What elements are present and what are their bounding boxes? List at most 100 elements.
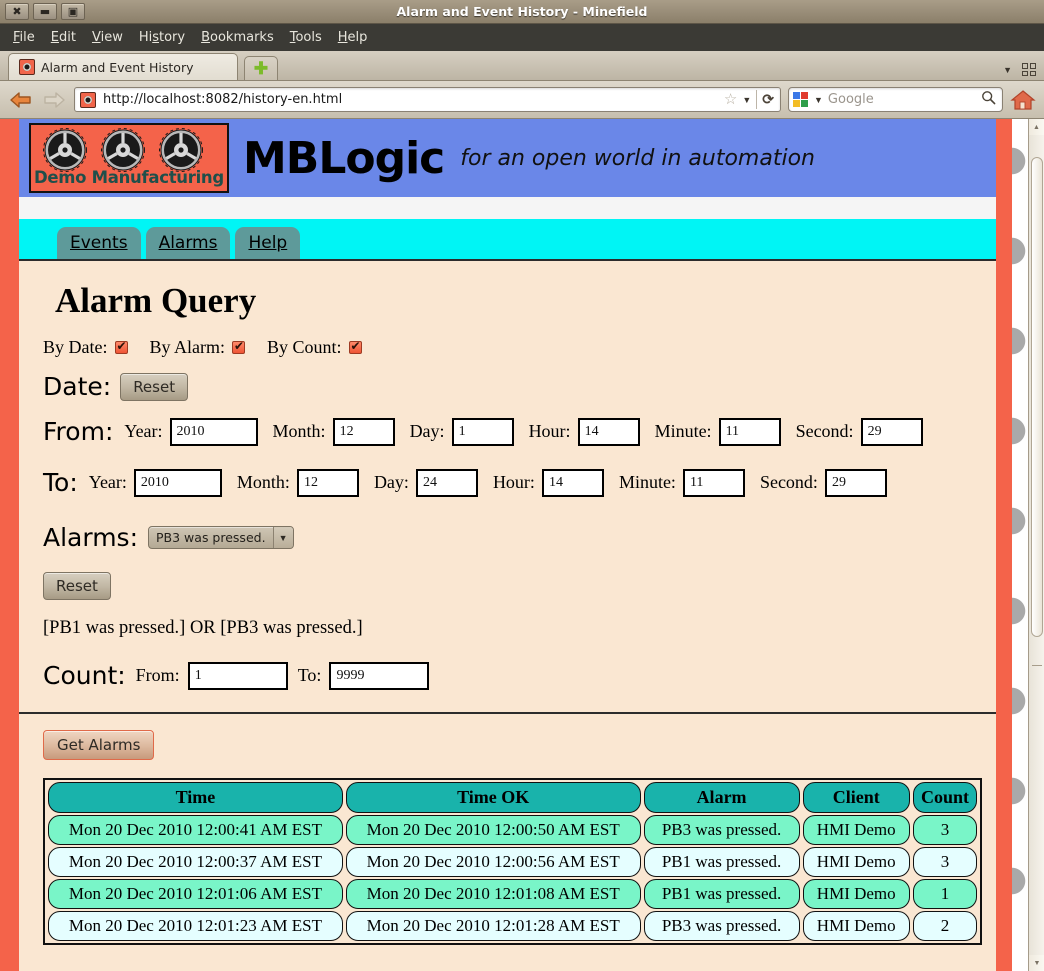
- by-alarm-checkbox[interactable]: [232, 339, 245, 354]
- list-all-tabs-icon[interactable]: [1022, 63, 1036, 76]
- cell-count: 1: [912, 879, 977, 909]
- alarms-select-value: PB3 was pressed.: [156, 530, 266, 545]
- page-title: Alarm Query: [55, 281, 257, 320]
- address-bar[interactable]: http://localhost:8082/history-en.html ☆ …: [74, 87, 781, 112]
- reload-icon[interactable]: ⟳: [762, 91, 774, 108]
- from-hour-input[interactable]: [577, 417, 640, 446]
- to-minute-input[interactable]: [682, 468, 745, 497]
- brand-tagline: for an open world in automation: [460, 145, 815, 171]
- column-header-time-ok[interactable]: Time OK: [345, 782, 641, 813]
- menu-bookmarks[interactable]: Bookmarks: [194, 28, 281, 47]
- gear-icon: [43, 128, 87, 172]
- from-year-label: Year:: [124, 421, 163, 441]
- banner-spacer: [19, 197, 996, 219]
- column-header-count[interactable]: Count: [912, 782, 977, 813]
- scroll-up-arrow-icon[interactable]: ▲: [1028, 119, 1044, 135]
- table-row: Mon 20 Dec 2010 12:00:41 AM EST Mon 20 D…: [48, 815, 977, 845]
- gear-icon: [101, 128, 145, 172]
- to-hour-input[interactable]: [541, 468, 604, 497]
- count-from-input[interactable]: [187, 661, 288, 690]
- site-nav-bar: Events Alarms Help: [19, 219, 996, 259]
- to-second-input[interactable]: [824, 468, 887, 497]
- scrollbar-tick: [1032, 665, 1042, 666]
- column-header-client[interactable]: Client: [802, 782, 910, 813]
- menu-history[interactable]: History: [132, 28, 192, 47]
- bookmark-chevron-down-icon[interactable]: ▼: [742, 95, 751, 105]
- to-date-row: To: Year: Month: Day: Hour: Minute:: [43, 468, 982, 497]
- menu-edit[interactable]: Edit: [44, 28, 83, 47]
- alarms-reset-row: Reset: [43, 572, 982, 600]
- scrollbar-thumb[interactable]: [1031, 157, 1043, 637]
- divider: [756, 90, 758, 109]
- search-bar[interactable]: ▼ Google: [788, 87, 1003, 112]
- to-month-label: Month:: [236, 472, 290, 492]
- from-minute-input[interactable]: [718, 417, 781, 446]
- date-section-header: Date: Reset: [43, 372, 982, 401]
- star-icon[interactable]: ☆: [724, 92, 737, 107]
- tab-alarms[interactable]: Alarms: [145, 227, 231, 259]
- by-count-checkbox[interactable]: [348, 339, 362, 354]
- cell-time-ok: Mon 20 Dec 2010 12:01:28 AM EST: [345, 911, 641, 941]
- menu-tools[interactable]: Tools: [283, 28, 329, 47]
- by-date-checkbox[interactable]: [114, 339, 128, 354]
- tab-list-chevron-down-icon[interactable]: ▼: [1003, 65, 1012, 75]
- company-logo: Demo Manufacturing Inc.: [29, 123, 229, 193]
- from-day-input[interactable]: [451, 417, 514, 446]
- cell-alarm: PB3 was pressed.: [643, 911, 800, 941]
- search-input[interactable]: Google: [828, 92, 976, 107]
- to-month-input[interactable]: [296, 468, 359, 497]
- from-second-input[interactable]: [860, 417, 923, 446]
- count-to-input[interactable]: [329, 661, 430, 690]
- logo-gears: [37, 126, 209, 174]
- cell-count: 3: [912, 847, 977, 877]
- alarms-select-row: Alarms: PB3 was pressed. ▼: [43, 523, 982, 552]
- menu-help[interactable]: Help: [331, 28, 375, 47]
- from-month-label: Month:: [272, 421, 326, 441]
- date-reset-button[interactable]: Reset: [120, 372, 189, 401]
- to-label: To:: [43, 468, 78, 497]
- page-content-column: Demo Manufacturing Inc. MBLogic for an o…: [0, 119, 996, 971]
- from-hour-label: Hour:: [528, 421, 571, 441]
- browser-tab-active[interactable]: Alarm and Event History: [8, 53, 238, 80]
- logo-caption: Demo Manufacturing Inc.: [34, 168, 227, 187]
- minimize-window-icon[interactable]: ▬: [33, 3, 57, 20]
- maximize-window-icon[interactable]: ▣: [61, 3, 85, 20]
- page-scrollbar[interactable]: ▲ ▼: [1028, 119, 1044, 971]
- table-body: Mon 20 Dec 2010 12:00:41 AM EST Mon 20 D…: [48, 815, 977, 941]
- from-month-input[interactable]: [332, 417, 395, 446]
- cell-time-ok: Mon 20 Dec 2010 12:00:56 AM EST: [345, 847, 641, 877]
- close-window-icon[interactable]: ✖: [5, 3, 29, 20]
- to-hour-label: Hour:: [492, 472, 535, 492]
- alarms-reset-button[interactable]: Reset: [43, 572, 111, 600]
- home-icon[interactable]: [1010, 88, 1036, 112]
- date-label: Date:: [43, 372, 112, 401]
- get-alarms-button[interactable]: Get Alarms: [43, 730, 155, 760]
- column-header-time[interactable]: Time: [48, 782, 343, 813]
- from-day-label: Day:: [409, 421, 445, 441]
- alarms-select[interactable]: PB3 was pressed. ▼: [148, 526, 294, 549]
- page-favicon-icon: [19, 59, 35, 75]
- address-bar-controls: ☆ ▼ ⟳: [724, 90, 776, 109]
- new-tab-button[interactable]: ✚: [244, 56, 278, 80]
- to-year-input[interactable]: [133, 468, 222, 497]
- scroll-down-arrow-icon[interactable]: ▼: [1029, 955, 1044, 971]
- back-arrow-icon[interactable]: [8, 89, 34, 111]
- alarms-label: Alarms:: [43, 523, 139, 552]
- to-day-input[interactable]: [415, 468, 478, 497]
- magnifier-icon[interactable]: [981, 90, 996, 110]
- from-year-input[interactable]: [169, 417, 258, 446]
- chevron-down-icon[interactable]: ▼: [272, 527, 293, 548]
- table-row: Mon 20 Dec 2010 12:01:06 AM EST Mon 20 D…: [48, 879, 977, 909]
- google-logo-icon: [793, 91, 809, 108]
- cell-alarm: PB1 was pressed.: [643, 847, 800, 877]
- cell-count: 3: [912, 815, 977, 845]
- site-identity-icon[interactable]: [80, 91, 96, 108]
- menu-view[interactable]: View: [85, 28, 130, 47]
- tab-events[interactable]: Events: [57, 227, 141, 259]
- plus-icon: ✚: [253, 59, 269, 78]
- tab-help[interactable]: Help: [235, 227, 301, 259]
- window-controls: ✖ ▬ ▣: [5, 3, 85, 20]
- menu-file[interactable]: File: [6, 28, 42, 47]
- search-engine-chevron-down-icon[interactable]: ▼: [814, 95, 823, 105]
- column-header-alarm[interactable]: Alarm: [643, 782, 800, 813]
